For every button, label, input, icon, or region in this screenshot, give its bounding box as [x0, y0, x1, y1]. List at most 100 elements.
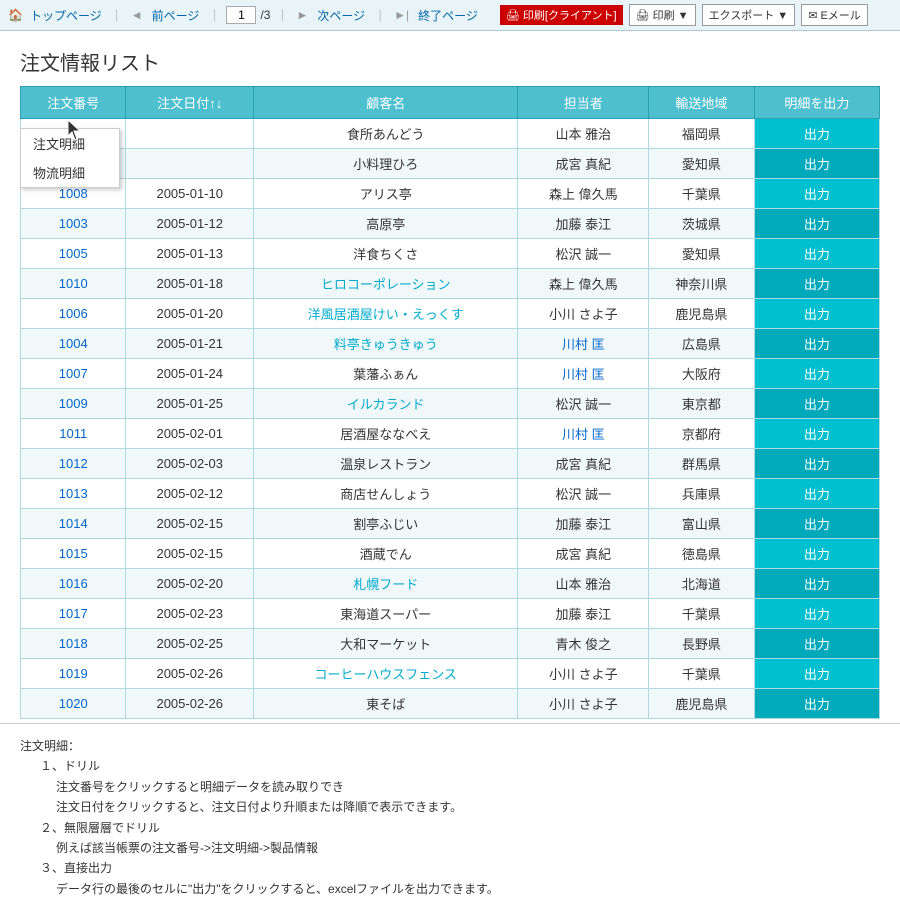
order-num-cell[interactable]: 1009 [21, 389, 126, 419]
output-cell[interactable]: 出力 [754, 299, 879, 329]
table-row: 10192005-02-26コーヒーハウスフェンス小川 さよ子千葉県出力 [21, 659, 880, 689]
context-menu-item-logistics-detail[interactable]: 物流明細 [21, 158, 119, 187]
output-cell[interactable]: 出力 [754, 329, 879, 359]
output-cell[interactable]: 出力 [754, 239, 879, 269]
order-date-cell: 2005-02-20 [126, 569, 254, 599]
output-cell[interactable]: 出力 [754, 449, 879, 479]
order-date-cell: 2005-02-25 [126, 629, 254, 659]
region-cell: 群馬県 [649, 449, 754, 479]
output-cell[interactable]: 出力 [754, 269, 879, 299]
footer-title: 注文明細： [20, 736, 880, 756]
output-cell[interactable]: 出力 [754, 659, 879, 689]
region-cell: 兵庫県 [649, 479, 754, 509]
footer-item-1-number: １、ドリル [40, 756, 880, 776]
output-cell[interactable]: 出力 [754, 149, 879, 179]
export-btn[interactable]: エクスポート ▼ [702, 4, 796, 26]
customer-cell[interactable]: 洋風居酒屋けい・えっくす [254, 299, 518, 329]
order-num-cell[interactable]: 1007 [21, 359, 126, 389]
output-cell[interactable]: 出力 [754, 359, 879, 389]
customer-cell[interactable]: 洋食ちくさ [254, 239, 518, 269]
staff-cell: 成宮 真紀 [518, 539, 649, 569]
email-btn[interactable]: ✉ Eメール [801, 4, 868, 26]
customer-cell[interactable]: コーヒーハウスフェンス [254, 659, 518, 689]
order-num-cell[interactable]: 1005 [21, 239, 126, 269]
region-cell: 鹿児島県 [649, 299, 754, 329]
order-num-cell[interactable]: 1004 [21, 329, 126, 359]
customer-cell[interactable]: 居酒屋ななべえ [254, 419, 518, 449]
print-btn[interactable]: 🖨 印刷 ▼ [629, 4, 696, 26]
region-cell: 鹿児島県 [649, 689, 754, 719]
order-num-cell[interactable]: 1012 [21, 449, 126, 479]
order-num-cell[interactable]: 1019 [21, 659, 126, 689]
order-num-cell[interactable]: 1015 [21, 539, 126, 569]
order-num-cell[interactable]: 1003 [21, 209, 126, 239]
customer-cell[interactable]: イルカランド [254, 389, 518, 419]
col-header-output: 明細を出力 [754, 87, 879, 119]
top-page-btn[interactable]: トップページ [27, 6, 105, 25]
output-cell[interactable]: 出力 [754, 179, 879, 209]
next-page-btn[interactable]: 次ページ [314, 6, 368, 25]
order-num-cell[interactable]: 1010 [21, 269, 126, 299]
customer-cell[interactable]: 高原亭 [254, 209, 518, 239]
context-menu-item-order-detail[interactable]: 注文明細 [21, 129, 119, 158]
table-row: 10092005-01-25イルカランド松沢 誠一東京都出力 [21, 389, 880, 419]
output-cell[interactable]: 出力 [754, 569, 879, 599]
col-header-order-num: 注文番号 [21, 87, 126, 119]
customer-cell[interactable]: ヒロコーポレーション [254, 269, 518, 299]
order-num-cell[interactable]: 1006 [21, 299, 126, 329]
customer-cell[interactable]: 商店せんしょう [254, 479, 518, 509]
staff-cell: 小川 さよ子 [518, 659, 649, 689]
order-num-cell[interactable]: 1014 [21, 509, 126, 539]
output-cell[interactable]: 出力 [754, 509, 879, 539]
output-cell[interactable]: 出力 [754, 389, 879, 419]
customer-cell[interactable]: 葉藩ふぁん [254, 359, 518, 389]
customer-cell[interactable]: アリス亭 [254, 179, 518, 209]
order-date-cell: 2005-02-26 [126, 689, 254, 719]
customer-cell[interactable]: 札幌フード [254, 569, 518, 599]
output-cell[interactable]: 出力 [754, 119, 879, 149]
order-date-cell [126, 119, 254, 149]
order-date-cell: 2005-01-21 [126, 329, 254, 359]
order-num-cell[interactable]: 1018 [21, 629, 126, 659]
customer-cell[interactable]: 大和マーケット [254, 629, 518, 659]
table-row: 10112005-02-01居酒屋ななべえ川村 匡京都府出力 [21, 419, 880, 449]
last-page-btn[interactable]: 終了ページ [415, 6, 481, 25]
region-cell: 茨城県 [649, 209, 754, 239]
order-num-cell[interactable]: 1016 [21, 569, 126, 599]
staff-cell: 小川 さよ子 [518, 689, 649, 719]
customer-cell[interactable]: 食所あんどう [254, 119, 518, 149]
region-cell: 大阪府 [649, 359, 754, 389]
staff-cell: 加藤 泰江 [518, 209, 649, 239]
order-num-cell[interactable]: 1020 [21, 689, 126, 719]
customer-cell[interactable]: 東そば [254, 689, 518, 719]
region-cell: 京都府 [649, 419, 754, 449]
output-cell[interactable]: 出力 [754, 419, 879, 449]
order-num-cell[interactable]: 1017 [21, 599, 126, 629]
customer-cell[interactable]: 温泉レストラン [254, 449, 518, 479]
table-header-row: 注文番号 注文日付↑↓ 顧客名 担当者 輸送地域 明細を出力 [21, 87, 880, 119]
customer-cell[interactable]: 割亭ふじい [254, 509, 518, 539]
col-header-order-date[interactable]: 注文日付↑↓ [126, 87, 254, 119]
print-client-btn[interactable]: 🖨 印刷[クライアント] [500, 5, 623, 25]
orders-table: 注文番号 注文日付↑↓ 顧客名 担当者 輸送地域 明細を出力 10食所あんどう山… [20, 86, 880, 719]
output-cell[interactable]: 出力 [754, 629, 879, 659]
output-cell[interactable]: 出力 [754, 689, 879, 719]
order-date-cell: 2005-01-24 [126, 359, 254, 389]
order-date-cell: 2005-01-18 [126, 269, 254, 299]
order-num-cell[interactable]: 1011 [21, 419, 126, 449]
output-cell[interactable]: 出力 [754, 479, 879, 509]
prev-page-btn[interactable]: 前ページ [149, 6, 203, 25]
customer-cell[interactable]: 東海道スーパー [254, 599, 518, 629]
page-input[interactable] [226, 6, 256, 24]
region-cell: 愛知県 [649, 149, 754, 179]
staff-cell: 加藤 泰江 [518, 509, 649, 539]
customer-cell[interactable]: 酒蔵でん [254, 539, 518, 569]
customer-cell[interactable]: 小料理ひろ [254, 149, 518, 179]
customer-cell[interactable]: 料亭きゅうきゅう [254, 329, 518, 359]
footer-item-2-detail: 例えば該当帳票の注文番号->注文明細->製品情報 [56, 838, 880, 858]
output-cell[interactable]: 出力 [754, 209, 879, 239]
output-cell[interactable]: 出力 [754, 539, 879, 569]
output-cell[interactable]: 出力 [754, 599, 879, 629]
order-num-cell[interactable]: 1013 [21, 479, 126, 509]
table-row: 10152005-02-15酒蔵でん成宮 真紀徳島県出力 [21, 539, 880, 569]
